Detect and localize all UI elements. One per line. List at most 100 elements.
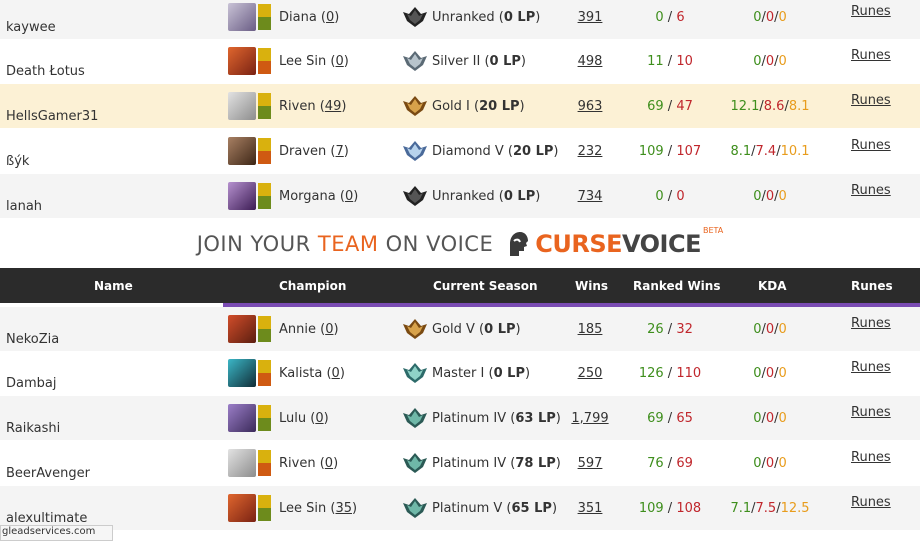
table-row: BeerAvenger Riven (0) Platinum IV (78 LP… xyxy=(0,441,920,485)
riven-portrait xyxy=(228,92,256,120)
rank-cell: Platinum IV (78 LP) xyxy=(402,441,561,485)
champion-games[interactable]: 7 xyxy=(335,144,343,159)
kda-cell: 0/0/0 xyxy=(753,53,787,69)
rank-tier: Diamond V xyxy=(432,143,504,159)
champion-games[interactable]: 0 xyxy=(335,54,343,69)
champion-name: Lee Sin xyxy=(279,500,327,516)
rank-cell: Unranked (0 LP) xyxy=(402,0,540,39)
champion-cell: Annie (0) xyxy=(228,307,339,351)
champion-name: Diana xyxy=(279,9,317,25)
diana-portrait xyxy=(228,3,256,31)
draven-portrait xyxy=(228,137,256,165)
spell-icon xyxy=(258,495,271,508)
league-points: 0 LP xyxy=(484,321,516,337)
diamond-icon xyxy=(403,141,427,161)
kda-cell: 0/0/0 xyxy=(753,9,787,25)
rank-tier: Unranked xyxy=(432,188,495,204)
col-champion: Champion xyxy=(279,278,347,293)
unranked-icon xyxy=(403,186,427,206)
runes-link[interactable]: Runes xyxy=(851,168,891,212)
spell-icon xyxy=(258,93,271,106)
rank-tier: Silver II xyxy=(432,53,481,69)
ranked-wins-cell: 0 / 6 xyxy=(655,9,685,25)
champion-games[interactable]: 0 xyxy=(345,189,353,204)
spell-icon xyxy=(258,61,271,74)
master-icon xyxy=(403,363,427,383)
league-points: 0 LP xyxy=(503,188,536,204)
riven-portrait xyxy=(228,449,256,477)
champion-games[interactable]: 0 xyxy=(325,322,333,337)
curse-voice-banner[interactable]: JOIN YOUR TEAM ON VOICE CURSEVOICE BETA xyxy=(0,219,920,268)
lulu-portrait xyxy=(228,404,256,432)
table-row: Dambaj Kalista (0) Master I (0 LP) 250 1… xyxy=(0,351,920,395)
league-points: 0 LP xyxy=(503,9,536,25)
spell-icon xyxy=(258,138,271,151)
kalista-portrait xyxy=(228,359,256,387)
runes-link[interactable]: Runes xyxy=(851,301,891,345)
wins-cell[interactable]: 1,799 xyxy=(560,396,620,440)
champion-games[interactable]: 0 xyxy=(326,10,334,25)
wins-cell[interactable]: 597 xyxy=(560,441,620,485)
silver-icon xyxy=(403,51,427,71)
spell-icon xyxy=(258,405,271,418)
ranked-wins-cell: 69 / 47 xyxy=(647,98,693,114)
league-points: 65 LP xyxy=(511,500,552,516)
ranked-wins-cell: 0 / 0 xyxy=(655,188,685,204)
wins-cell[interactable]: 185 xyxy=(560,307,620,351)
spell-icon xyxy=(258,373,271,386)
league-points: 78 LP xyxy=(515,455,556,471)
rank-tier: Gold V xyxy=(432,321,475,337)
champion-cell: Lee Sin (35) xyxy=(228,486,357,530)
champion-cell: Morgana (0) xyxy=(228,174,358,218)
champion-games[interactable]: 0 xyxy=(325,456,333,471)
platinum-icon xyxy=(403,498,427,518)
summoner-spells xyxy=(258,495,271,521)
summoner-spells xyxy=(258,405,271,431)
kda-cell: 0/0/0 xyxy=(753,188,787,204)
runes-link[interactable]: Runes xyxy=(851,435,891,479)
champion-cell: Draven (7) xyxy=(228,129,349,173)
wins-cell[interactable]: 232 xyxy=(560,129,620,173)
wins-cell[interactable]: 498 xyxy=(560,39,620,83)
runes-link[interactable]: Runes xyxy=(851,123,891,167)
wins-cell[interactable]: 250 xyxy=(560,351,620,395)
ranked-wins-cell: 109 / 107 xyxy=(638,143,702,159)
champion-cell: Kalista (0) xyxy=(228,351,345,395)
wins-cell[interactable]: 963 xyxy=(560,84,620,128)
summoner-spells xyxy=(258,48,271,74)
table-row: HellsGamer31 Riven (49) Gold I (20 LP) 9… xyxy=(0,84,920,128)
champion-games[interactable]: 0 xyxy=(315,411,323,426)
champion-games[interactable]: 35 xyxy=(335,501,352,516)
table-row: lanah Morgana (0) Unranked (0 LP) 734 0 … xyxy=(0,174,920,218)
runes-link[interactable]: Runes xyxy=(851,0,891,33)
wins-cell[interactable]: 734 xyxy=(560,174,620,218)
wins-cell[interactable]: 351 xyxy=(560,486,620,530)
team-color-bar xyxy=(223,303,920,307)
kda-cell: 7.1/7.5/12.5 xyxy=(730,500,810,516)
spell-icon xyxy=(258,329,271,342)
champion-games[interactable]: 49 xyxy=(325,99,342,114)
rank-tier: Gold I xyxy=(432,98,470,114)
champion-name: Draven xyxy=(279,143,327,159)
ranked-wins-cell: 109 / 108 xyxy=(638,500,702,516)
champion-games[interactable]: 0 xyxy=(332,366,340,381)
spell-icon xyxy=(258,360,271,373)
col-current-season: Current Season xyxy=(433,278,538,293)
table-row: NekoZia Annie (0) Gold V (0 LP) 185 26 /… xyxy=(0,307,920,351)
league-points: 0 LP xyxy=(493,365,525,381)
runes-link[interactable]: Runes xyxy=(851,390,891,434)
kda-cell: 8.1/7.4/10.1 xyxy=(730,143,810,159)
runes-link[interactable]: Runes xyxy=(851,78,891,122)
champion-cell: Lulu (0) xyxy=(228,396,329,440)
spell-icon xyxy=(258,196,271,209)
wins-cell[interactable]: 391 xyxy=(560,0,620,39)
runes-link[interactable]: Runes xyxy=(851,480,891,524)
champion-name: Annie xyxy=(279,321,316,337)
col-runes: Runes xyxy=(851,278,893,293)
beta-label: BETA xyxy=(703,225,724,235)
summoner-spells xyxy=(258,93,271,119)
league-points: 20 LP xyxy=(512,143,554,159)
summoner-spells xyxy=(258,183,271,209)
runes-link[interactable]: Runes xyxy=(851,345,891,389)
runes-link[interactable]: Runes xyxy=(851,33,891,77)
